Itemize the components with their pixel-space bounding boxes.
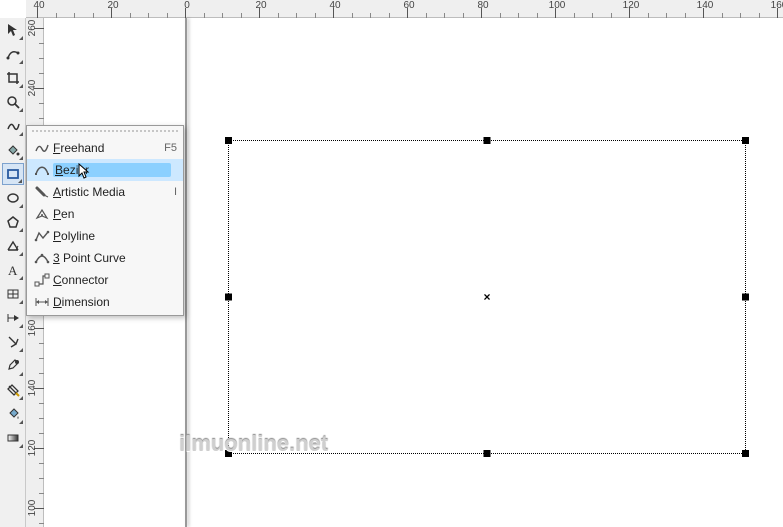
hruler-label: 100 — [549, 0, 566, 11]
freehand-icon — [31, 139, 53, 157]
freehand-tool[interactable] — [2, 115, 24, 137]
crop-tool[interactable] — [2, 67, 24, 89]
flyout-item-polyline[interactable]: Polyline — [27, 225, 183, 247]
flyout-item-label: Pen — [53, 207, 171, 221]
interactive-tool[interactable] — [2, 331, 24, 353]
flyout-item-label: Bezier — [53, 163, 171, 177]
artistic-media-icon — [31, 183, 53, 201]
polygon-tool[interactable] — [2, 211, 24, 233]
flyout-grip[interactable] — [30, 128, 180, 134]
selection-handle-mr[interactable] — [742, 294, 749, 301]
ellipse-tool[interactable] — [2, 187, 24, 209]
vruler-label: 260 — [27, 20, 38, 37]
bezier-icon — [31, 161, 53, 179]
shape-tool[interactable] — [2, 43, 24, 65]
hruler-label: 80 — [477, 0, 488, 11]
vruler-label: 140 — [27, 380, 38, 397]
flyout-item-freehand[interactable]: FreehandF5 — [27, 137, 183, 159]
pick-tool[interactable] — [2, 19, 24, 41]
app-root: A 4020020406080100120140160180200 260240… — [0, 0, 783, 527]
flyout-item-shortcut: F5 — [158, 142, 177, 154]
rectangle-tool[interactable] — [2, 163, 24, 185]
hruler-label: 140 — [697, 0, 714, 11]
vruler-label: 120 — [27, 440, 38, 457]
dimension-tool[interactable] — [2, 307, 24, 329]
dimension-icon — [31, 293, 53, 311]
outline-tool[interactable] — [2, 379, 24, 401]
interactive-fill-tool[interactable] — [2, 427, 24, 449]
vruler-label: 160 — [27, 320, 38, 337]
zoom-tool[interactable] — [2, 91, 24, 113]
selection-handle-tl[interactable] — [225, 137, 232, 144]
hruler-label: 40 — [329, 0, 340, 11]
watermark: ilmuonline.net — [179, 431, 328, 457]
hruler-label: 20 — [255, 0, 266, 11]
selection-handle-ml[interactable] — [225, 294, 232, 301]
toolbox: A — [0, 18, 26, 527]
hruler-label: 40 — [33, 0, 44, 11]
hruler-label: 20 — [107, 0, 118, 11]
flyout-item-label: Artistic Media — [53, 185, 168, 199]
flyout-item-3-point-curve[interactable]: 3 Point Curve — [27, 247, 183, 269]
flyout-item-pen[interactable]: Pen — [27, 203, 183, 225]
basic-shapes-tool[interactable] — [2, 235, 24, 257]
selection-handle-br[interactable] — [742, 450, 749, 457]
fill-tool[interactable] — [2, 403, 24, 425]
connector-icon — [31, 271, 53, 289]
eyedropper-tool[interactable] — [2, 355, 24, 377]
flyout-item-label: 3 Point Curve — [53, 251, 171, 265]
selection-handle-bm[interactable] — [484, 450, 491, 457]
pen-icon — [31, 205, 53, 223]
hruler-label: 0 — [184, 0, 190, 11]
polyline-icon — [31, 227, 53, 245]
text-tool[interactable]: A — [2, 259, 24, 281]
selection-handle-tm[interactable] — [484, 137, 491, 144]
vruler-label: 100 — [27, 500, 38, 517]
flyout-item-connector[interactable]: Connector — [27, 269, 183, 291]
flyout-item-dimension[interactable]: Dimension — [27, 291, 183, 313]
flyout-item-artistic-media[interactable]: Artistic MediaI — [27, 181, 183, 203]
flyout-item-label: Polyline — [53, 229, 171, 243]
hruler-label: 160 — [771, 0, 783, 11]
svg-text:A: A — [8, 263, 18, 277]
flyout-item-label: Freehand — [53, 141, 158, 155]
vruler-label: 240 — [27, 80, 38, 97]
three-point-curve-icon — [31, 249, 53, 267]
selection-center-mark: × — [483, 290, 490, 304]
smart-fill-tool[interactable] — [2, 139, 24, 161]
table-tool[interactable] — [2, 283, 24, 305]
hruler-label: 60 — [403, 0, 414, 11]
ruler-horizontal[interactable]: 4020020406080100120140160180200 — [26, 0, 783, 18]
selection-rectangle[interactable]: × — [228, 140, 746, 454]
flyout-item-shortcut: I — [168, 186, 177, 198]
flyout-item-label: Connector — [53, 273, 171, 287]
hruler-label: 120 — [623, 0, 640, 11]
selection-handle-tr[interactable] — [742, 137, 749, 144]
flyout-item-bezier[interactable]: Bezier — [27, 159, 183, 181]
flyout-item-label: Dimension — [53, 295, 171, 309]
curve-tools-flyout[interactable]: FreehandF5 Bezier Artistic MediaI Pen Polyli… — [26, 125, 184, 316]
